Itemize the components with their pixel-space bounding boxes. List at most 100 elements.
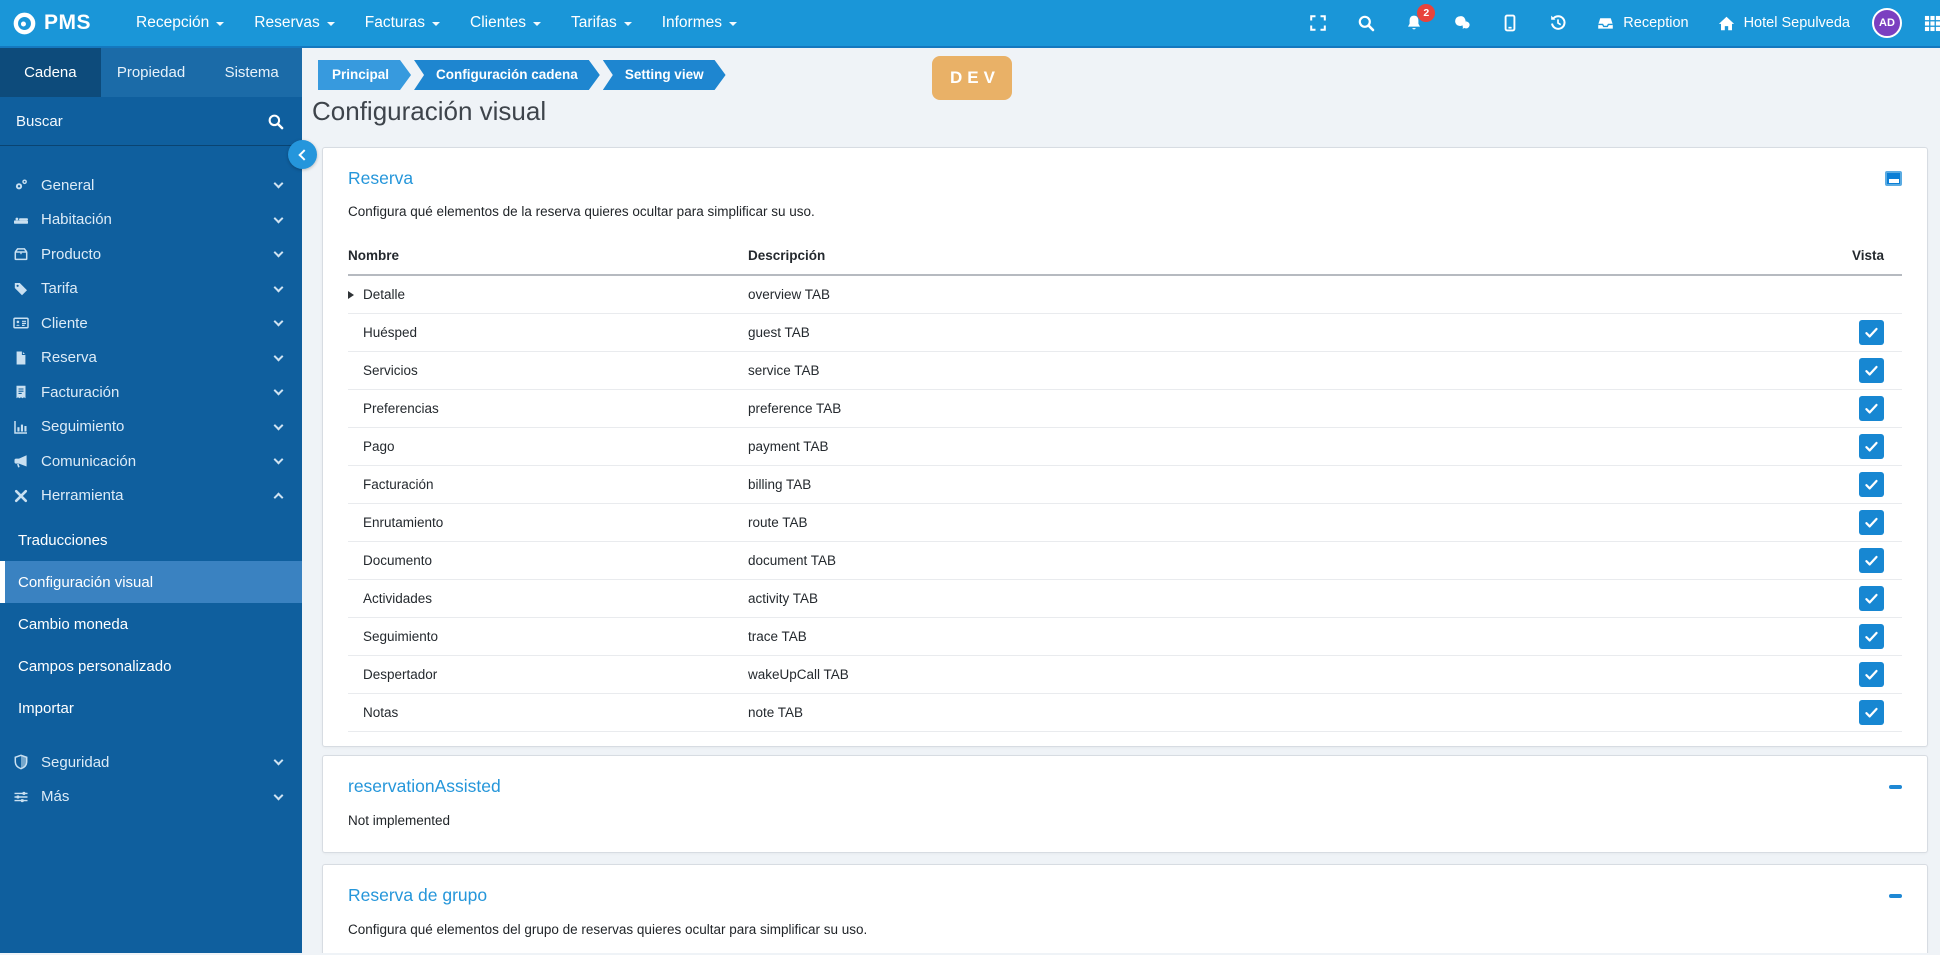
nav-menu-informes[interactable]: Informes bbox=[647, 0, 752, 46]
sidebar-subitem-cambio-moneda[interactable]: Cambio moneda bbox=[0, 603, 302, 645]
breadcrumb-item-configuracion-cadena[interactable]: Configuración cadena bbox=[414, 60, 600, 90]
nav-menu-recepcion[interactable]: Recepción bbox=[121, 0, 239, 46]
property-selector[interactable]: Hotel Sepulveda bbox=[1703, 0, 1864, 46]
table-row-detalle[interactable]: Detalle overview TAB bbox=[348, 276, 1902, 314]
nav-menu-tarifas[interactable]: Tarifas bbox=[556, 0, 647, 46]
vista-checkbox[interactable] bbox=[1859, 320, 1884, 345]
sidebar-item-mas[interactable]: Más bbox=[0, 780, 302, 815]
window-minimize-icon[interactable] bbox=[1885, 171, 1902, 186]
property-label: Hotel Sepulveda bbox=[1743, 15, 1850, 31]
inbox-icon bbox=[1596, 14, 1615, 33]
card-title-reserva-de-grupo[interactable]: Reserva de grupo bbox=[348, 885, 487, 906]
messages-button[interactable] bbox=[1438, 0, 1486, 46]
apps-button[interactable] bbox=[1912, 0, 1940, 46]
row-name: Seguimiento bbox=[363, 629, 439, 644]
vista-checkbox[interactable] bbox=[1859, 510, 1884, 535]
vista-checkbox[interactable] bbox=[1859, 548, 1884, 573]
sidebar-subitem-label: Cambio moneda bbox=[18, 615, 129, 633]
vista-checkbox[interactable] bbox=[1859, 700, 1884, 725]
nav-menu-facturas[interactable]: Facturas bbox=[350, 0, 455, 46]
expand-caret-icon[interactable] bbox=[348, 290, 354, 299]
sidebar-search-input[interactable]: Buscar bbox=[0, 97, 302, 146]
sidebar-item-herramienta[interactable]: Herramienta bbox=[0, 479, 302, 514]
sidebar-item-comunicacion[interactable]: Comunicación bbox=[0, 444, 302, 479]
navbar-right: 2 Reception Hotel Sepulveda AD bbox=[1294, 0, 1940, 46]
sidebar-tab-propiedad[interactable]: Propiedad bbox=[101, 48, 202, 97]
vista-checkbox[interactable] bbox=[1859, 662, 1884, 687]
collapse-minus-icon[interactable] bbox=[1889, 894, 1902, 898]
search-icon[interactable] bbox=[267, 113, 284, 130]
sidebar-item-tarifa[interactable]: Tarifa bbox=[0, 272, 302, 307]
sidebar-item-reserva[interactable]: Reserva bbox=[0, 341, 302, 376]
sidebar-item-label: Habitación bbox=[41, 211, 112, 229]
sidebar-subitem-importar[interactable]: Importar bbox=[0, 687, 302, 729]
table-row-documento[interactable]: Documento document TAB bbox=[348, 542, 1902, 580]
app-logo[interactable]: PMS bbox=[0, 11, 105, 36]
chevron-down-icon bbox=[273, 420, 284, 431]
sidebar-subitem-configuracion-visual[interactable]: Configuración visual bbox=[0, 561, 302, 603]
card-title-reserva[interactable]: Reserva bbox=[348, 168, 413, 189]
row-vista-cell bbox=[1742, 434, 1902, 459]
table-row-pago[interactable]: Pago payment TAB bbox=[348, 428, 1902, 466]
nav-menu-label: Informes bbox=[661, 14, 723, 31]
nav-menu-label: Clientes bbox=[470, 14, 527, 31]
breadcrumb-item-setting-view[interactable]: Setting view bbox=[603, 60, 726, 90]
chevron-down-icon bbox=[273, 351, 284, 362]
table-row-despertador[interactable]: Despertador wakeUpCall TAB bbox=[348, 656, 1902, 694]
sidebar-item-label: Más bbox=[41, 788, 70, 806]
vista-checkbox[interactable] bbox=[1859, 396, 1884, 421]
caret-down-icon bbox=[729, 22, 738, 26]
sidebar-item-label: Comunicación bbox=[41, 452, 137, 470]
table-row-notas[interactable]: Notas note TAB bbox=[348, 694, 1902, 732]
collapse-minus-icon[interactable] bbox=[1889, 785, 1902, 789]
fullscreen-button[interactable] bbox=[1294, 0, 1342, 46]
sidebar-tab-cadena[interactable]: Cadena bbox=[0, 48, 101, 97]
sidebar-collapse-button[interactable] bbox=[288, 140, 317, 169]
sidebar-subitem-campos-personalizado[interactable]: Campos personalizado bbox=[0, 645, 302, 687]
card-title-reservation-assisted[interactable]: reservationAssisted bbox=[348, 776, 501, 797]
nav-menu-reservas[interactable]: Reservas bbox=[239, 0, 349, 46]
page-title: Configuración visual bbox=[312, 96, 547, 126]
table-row-actividades[interactable]: Actividades activity TAB bbox=[348, 580, 1902, 618]
table-row-facturacion[interactable]: Facturación billing TAB bbox=[348, 466, 1902, 504]
nav-menu-clientes[interactable]: Clientes bbox=[455, 0, 556, 46]
sidebar-tab-sistema[interactable]: Sistema bbox=[201, 48, 302, 97]
vista-checkbox[interactable] bbox=[1859, 472, 1884, 497]
history-button[interactable] bbox=[1534, 0, 1582, 46]
id-card-icon bbox=[8, 315, 34, 331]
row-vista-cell bbox=[1742, 548, 1902, 573]
mobile-button[interactable] bbox=[1486, 0, 1534, 46]
table-row-enrutamiento[interactable]: Enrutamiento route TAB bbox=[348, 504, 1902, 542]
row-name: Preferencias bbox=[363, 401, 439, 416]
sidebar-item-facturacion[interactable]: Facturación bbox=[0, 375, 302, 410]
grid-icon bbox=[1924, 15, 1940, 32]
breadcrumb-item-principal[interactable]: Principal bbox=[318, 60, 411, 90]
workspace-selector[interactable]: Reception bbox=[1582, 0, 1702, 46]
sidebar-item-seguridad[interactable]: Seguridad bbox=[0, 745, 302, 780]
notifications-button[interactable]: 2 bbox=[1390, 0, 1438, 46]
sliders-icon bbox=[8, 789, 34, 805]
vista-checkbox[interactable] bbox=[1859, 358, 1884, 383]
sidebar-item-seguimiento[interactable]: Seguimiento bbox=[0, 410, 302, 445]
table-row-servicios[interactable]: Servicios service TAB bbox=[348, 352, 1902, 390]
sidebar-item-label: Herramienta bbox=[41, 487, 124, 505]
search-button[interactable] bbox=[1342, 0, 1390, 46]
row-vista-cell bbox=[1742, 320, 1902, 345]
table-row-huesped[interactable]: Huésped guest TAB bbox=[348, 314, 1902, 352]
fullscreen-icon bbox=[1309, 14, 1327, 32]
vista-checkbox[interactable] bbox=[1859, 586, 1884, 611]
sidebar-item-general[interactable]: General bbox=[0, 168, 302, 203]
sidebar-item-cliente[interactable]: Cliente bbox=[0, 306, 302, 341]
sidebar-item-habitacion[interactable]: Habitación bbox=[0, 203, 302, 238]
row-name: Servicios bbox=[363, 363, 418, 378]
nav-menu-label: Reservas bbox=[254, 14, 320, 31]
user-avatar[interactable]: AD bbox=[1872, 8, 1902, 38]
row-vista-cell bbox=[1742, 624, 1902, 649]
vista-checkbox[interactable] bbox=[1859, 434, 1884, 459]
table-header: Nombre Descripción Vista bbox=[348, 240, 1902, 276]
vista-checkbox[interactable] bbox=[1859, 624, 1884, 649]
sidebar-subitem-traducciones[interactable]: Traducciones bbox=[0, 519, 302, 561]
table-row-preferencias[interactable]: Preferencias preference TAB bbox=[348, 390, 1902, 428]
sidebar-item-producto[interactable]: Producto bbox=[0, 237, 302, 272]
table-row-seguimiento[interactable]: Seguimiento trace TAB bbox=[348, 618, 1902, 656]
